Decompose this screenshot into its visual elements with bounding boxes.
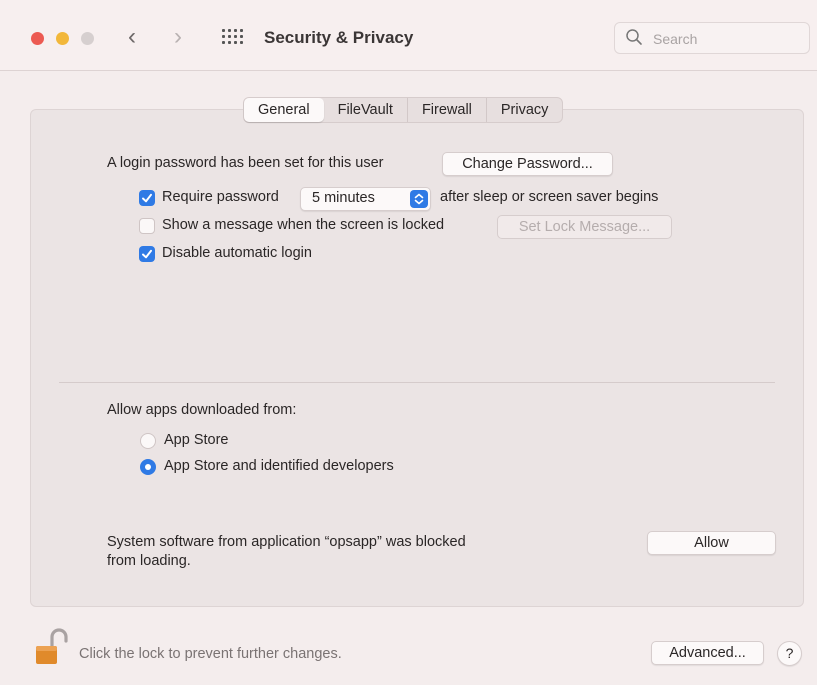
lock-open-icon[interactable] bbox=[33, 626, 69, 668]
minimize-button[interactable] bbox=[56, 32, 69, 45]
change-password-button[interactable]: Change Password... bbox=[442, 152, 613, 176]
checkmark-icon bbox=[142, 249, 152, 259]
tab-privacy[interactable]: Privacy bbox=[487, 98, 563, 122]
search-field[interactable] bbox=[614, 22, 810, 54]
checkmark-icon bbox=[142, 193, 152, 203]
login-password-text: A login password has been set for this u… bbox=[107, 155, 384, 171]
zoom-button[interactable] bbox=[81, 32, 94, 45]
disable-auto-login-label: Disable automatic login bbox=[162, 245, 312, 261]
tab-bar: General FileVault Firewall Privacy bbox=[243, 97, 564, 123]
show-all-grid-icon[interactable] bbox=[222, 29, 244, 45]
set-lock-message-button[interactable]: Set Lock Message... bbox=[497, 215, 672, 239]
window-title: Security & Privacy bbox=[264, 28, 414, 47]
forward-arrow-icon[interactable]: › bbox=[174, 24, 182, 50]
radio-app-store[interactable] bbox=[140, 433, 156, 449]
downloads-heading: Allow apps downloaded from: bbox=[107, 402, 297, 418]
help-button[interactable]: ? bbox=[777, 641, 802, 666]
tab-filevault[interactable]: FileVault bbox=[324, 98, 408, 122]
allow-button[interactable]: Allow bbox=[647, 531, 776, 555]
search-input[interactable] bbox=[651, 28, 805, 50]
radio-identified-developers-label: App Store and identified developers bbox=[164, 458, 394, 474]
section-divider bbox=[59, 382, 775, 383]
tab-firewall[interactable]: Firewall bbox=[408, 98, 487, 122]
tab-general[interactable]: General bbox=[244, 98, 324, 122]
radio-identified-developers[interactable] bbox=[140, 459, 156, 475]
blocked-message-line2: from loading. bbox=[107, 553, 191, 569]
chevron-updown-icon bbox=[410, 190, 428, 208]
require-password-suffix: after sleep or screen saver begins bbox=[440, 189, 659, 205]
lock-hint-text: Click the lock to prevent further change… bbox=[79, 646, 342, 662]
show-message-checkbox[interactable] bbox=[139, 218, 155, 234]
blocked-message-line1: System software from application “opsapp… bbox=[107, 534, 466, 550]
preferences-window: ‹ › Security & Privacy General FileVault… bbox=[0, 0, 817, 685]
show-message-label: Show a message when the screen is locked bbox=[162, 217, 445, 233]
password-delay-select[interactable]: 5 minutes bbox=[300, 187, 431, 211]
radio-app-store-label: App Store bbox=[164, 432, 229, 448]
titlebar: ‹ › Security & Privacy bbox=[0, 0, 817, 71]
password-delay-value: 5 minutes bbox=[312, 190, 375, 206]
advanced-button[interactable]: Advanced... bbox=[651, 641, 764, 665]
require-password-label: Require password bbox=[162, 189, 279, 205]
close-button[interactable] bbox=[31, 32, 44, 45]
disable-auto-login-checkbox[interactable] bbox=[139, 246, 155, 262]
back-arrow-icon[interactable]: ‹ bbox=[128, 24, 136, 50]
require-password-checkbox[interactable] bbox=[139, 190, 155, 206]
search-icon bbox=[626, 29, 642, 45]
